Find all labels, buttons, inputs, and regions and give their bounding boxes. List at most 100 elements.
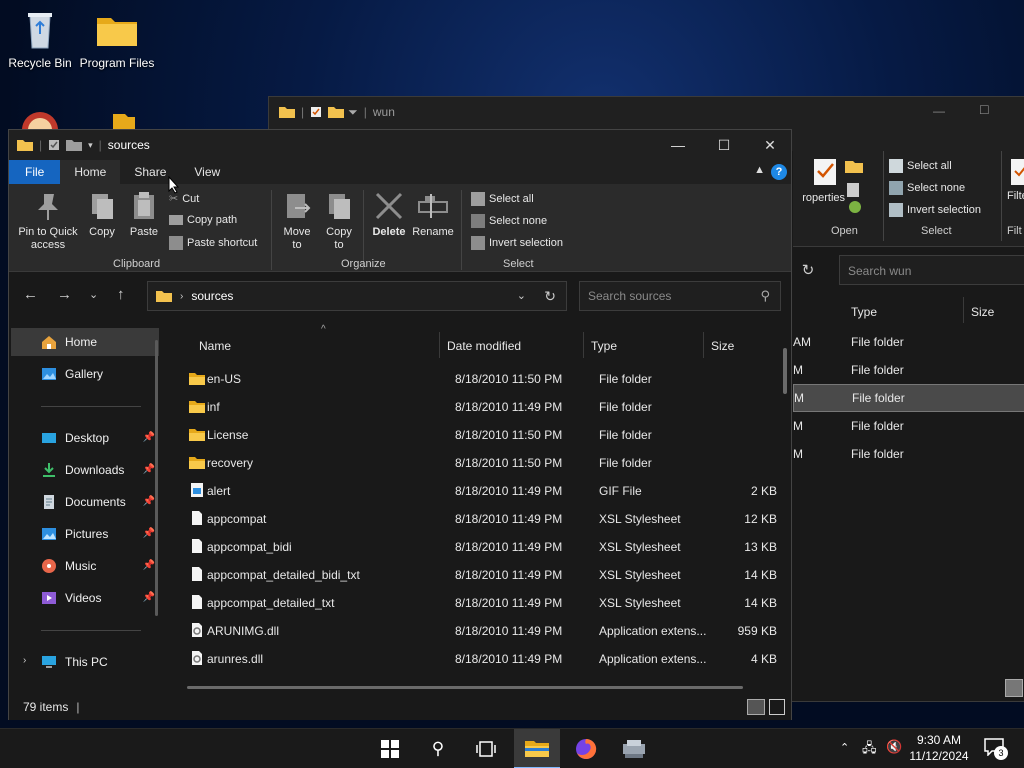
titlebar[interactable]: | ▾ | sources — ☐ ✕ — [9, 130, 791, 160]
horizontal-scrollbar[interactable] — [187, 686, 743, 689]
file-explorer-taskbar-button[interactable] — [514, 729, 560, 768]
help-button[interactable]: ? — [771, 164, 787, 180]
move-to-button[interactable]: Move to — [279, 190, 315, 252]
properties-button[interactable]: roperties — [793, 157, 845, 204]
column-header-date-modified[interactable]: Date modified — [447, 332, 521, 360]
table-row[interactable]: arunres.dll 8/18/2010 11:49 PM Application… — [187, 644, 779, 672]
recent-locations-chevron-icon[interactable]: ⌄ — [89, 288, 98, 301]
pin-icon[interactable]: 📌 — [143, 464, 155, 475]
refresh-icon[interactable]: ↻ — [793, 255, 823, 285]
nav-item-home[interactable]: Home — [11, 328, 159, 356]
table-row[interactable]: appcompat_bidi 8/18/2010 11:49 PM XSL Styl… — [187, 532, 779, 560]
column-header-name[interactable]: Name — [199, 332, 231, 360]
table-row[interactable]: ARUNIMG.dll 8/18/2010 11:49 PM Application… — [187, 616, 779, 644]
tab-home[interactable]: Home — [60, 160, 121, 184]
volume-muted-icon[interactable]: 🔇 — [886, 739, 902, 755]
pin-icon[interactable]: 📌 — [143, 560, 155, 571]
table-row[interactable]: M File folder — [793, 412, 1024, 440]
table-row[interactable]: appcompat 8/18/2010 11:49 PM XSL Styleshee… — [187, 504, 779, 532]
nav-item-gallery[interactable]: Gallery — [11, 360, 159, 388]
desktop-icon-recycle-bin[interactable]: Recycle Bin — [2, 8, 78, 70]
back-arrow-icon[interactable]: ← — [23, 286, 38, 303]
copy-path-button[interactable]: Copy path — [169, 214, 237, 226]
bg-invert-selection-button[interactable]: Invert selection — [889, 203, 981, 217]
table-row[interactable]: recovery 8/18/2010 11:50 PM File folder — [187, 448, 779, 476]
details-view-button[interactable] — [747, 699, 765, 715]
paste-button[interactable]: Paste — [127, 190, 161, 238]
column-header-type[interactable]: Type — [591, 332, 617, 360]
file-list[interactable]: ^ Name Date modified Type Size en-US 8/18… — [167, 320, 791, 692]
pin-icon[interactable]: 📌 — [143, 528, 155, 539]
desktop-icon-program-files[interactable]: Program Files — [79, 8, 155, 70]
refresh-icon[interactable]: ↻ — [544, 288, 556, 305]
delete-button[interactable]: Delete — [369, 190, 409, 238]
paste-shortcut-button[interactable]: Paste shortcut — [169, 236, 257, 250]
background-window-titlebar[interactable]: | ⏷ | wun — ☐ — [269, 97, 1024, 127]
table-row[interactable]: inf 8/18/2010 11:49 PM File folder — [187, 392, 779, 420]
chevron-down-icon[interactable]: ▾ — [88, 140, 93, 151]
start-button[interactable] — [376, 737, 404, 761]
rename-button[interactable]: Rename — [411, 190, 455, 238]
clock[interactable]: 9:30 AM 11/12/2024 — [906, 732, 972, 764]
column-header-size[interactable]: Size — [711, 332, 734, 360]
vertical-scrollbar[interactable] — [783, 348, 787, 394]
select-all-button[interactable]: Select all — [471, 192, 534, 206]
task-view-icon[interactable] — [472, 737, 500, 761]
forward-arrow-icon[interactable]: → — [57, 286, 72, 303]
bg-search-input[interactable]: Search wun — [839, 255, 1024, 285]
explorer-window[interactable]: | ▾ | sources — ☐ ✕ File Home Share View… — [8, 129, 792, 720]
nav-item-downloads[interactable]: Downloads 📌 — [11, 456, 159, 484]
expand-chevron-icon[interactable]: › — [23, 655, 26, 666]
search-icon[interactable]: ⚲ — [424, 737, 452, 761]
maximize-button[interactable]: ☐ — [701, 130, 747, 160]
bg-column-type[interactable]: Type — [851, 305, 877, 319]
pin-icon[interactable]: 📌 — [143, 592, 155, 603]
network-app-taskbar-button[interactable] — [620, 737, 648, 761]
table-row[interactable]: M File folder — [793, 356, 1024, 384]
tab-view[interactable]: View — [180, 160, 234, 184]
address-dropdown-icon[interactable]: ⌄ — [517, 289, 526, 302]
large-icons-view-button[interactable] — [769, 699, 785, 715]
copy-button[interactable]: Copy — [85, 190, 119, 238]
up-arrow-icon[interactable]: ↑ — [117, 286, 125, 303]
copy-to-button[interactable]: Copy to — [321, 190, 357, 252]
nav-item-pictures[interactable]: Pictures 📌 — [11, 520, 159, 548]
nav-item-desktop[interactable]: Desktop 📌 — [11, 424, 159, 452]
new-folder-icon[interactable] — [66, 139, 83, 151]
nav-item-documents[interactable]: Documents 📌 — [11, 488, 159, 516]
pin-to-quick-access-button[interactable]: Pin to Quick access — [15, 190, 81, 252]
minimize-button[interactable]: — — [655, 130, 701, 160]
tab-file[interactable]: File — [9, 160, 61, 184]
nav-item-this-pc[interactable]: › This PC — [11, 648, 159, 676]
bg-select-none-button[interactable]: Select none — [889, 181, 965, 195]
nav-item-videos[interactable]: Videos 📌 — [11, 584, 159, 612]
show-hidden-icons-chevron[interactable]: ⌃ — [840, 741, 849, 754]
search-input[interactable]: Search sources ⚲ — [579, 281, 781, 311]
minimize-button[interactable]: — — [933, 104, 945, 118]
table-row[interactable]: alert 8/18/2010 11:49 PM GIF File 2 KB — [187, 476, 779, 504]
select-none-button[interactable]: Select none — [471, 214, 547, 228]
pin-icon[interactable]: 📌 — [143, 432, 155, 443]
nav-item-music[interactable]: Music 📌 — [11, 552, 159, 580]
firefox-taskbar-button[interactable] — [572, 737, 600, 761]
maximize-button[interactable]: ☐ — [979, 103, 990, 117]
properties-icon[interactable] — [48, 139, 60, 151]
breadcrumb[interactable]: sources — [191, 289, 233, 303]
collapse-ribbon-icon[interactable]: ▲ — [754, 164, 765, 176]
table-row-selected[interactable]: M File folder — [793, 384, 1024, 412]
table-row[interactable]: M File folder — [793, 440, 1024, 468]
table-row[interactable]: AM File folder — [793, 328, 1024, 356]
notification-center-button[interactable]: 3 — [982, 738, 1008, 760]
pin-icon[interactable]: 📌 — [143, 496, 155, 507]
close-button[interactable]: ✕ — [747, 130, 793, 160]
table-row[interactable]: en-US 8/18/2010 11:50 PM File folder — [187, 364, 779, 392]
bg-column-size[interactable]: Size — [971, 305, 994, 319]
navigation-pane[interactable]: Home Gallery Desktop 📌 Downloads 📌 Docum… — [9, 320, 165, 692]
table-row[interactable]: License 8/18/2010 11:50 PM File folder — [187, 420, 779, 448]
address-bar[interactable]: › sources ⌄ ↻ — [147, 281, 567, 311]
network-icon[interactable]: 🖧 — [862, 739, 877, 761]
table-row[interactable]: appcompat_detailed_txt 8/18/2010 11:49 PM… — [187, 588, 779, 616]
filter-button[interactable]: Filte — [1007, 157, 1024, 202]
nav-pane-scrollbar[interactable] — [155, 340, 158, 616]
bg-select-all-button[interactable]: Select all — [889, 159, 952, 173]
